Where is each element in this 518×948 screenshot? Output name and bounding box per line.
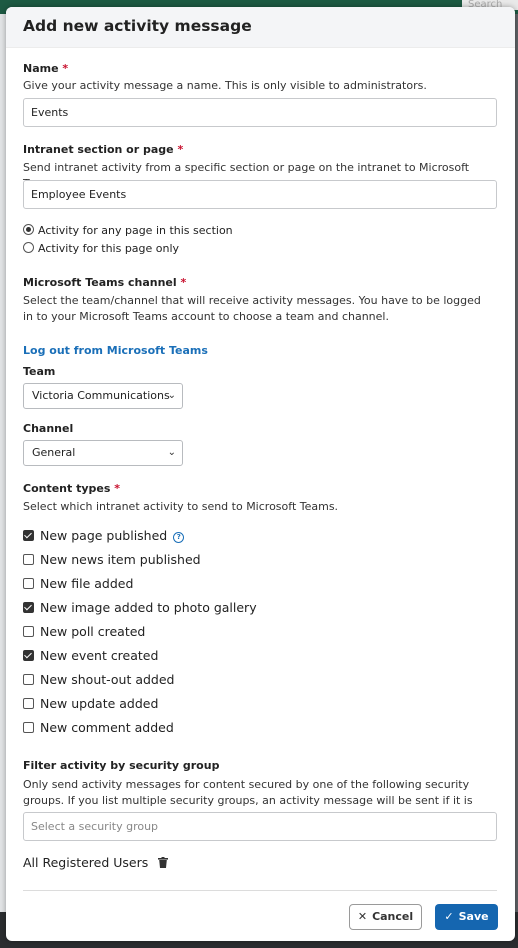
checkbox-icon[interactable]	[23, 698, 34, 709]
cancel-button-label: Cancel	[372, 910, 414, 923]
channel-label: Channel	[23, 422, 74, 435]
content-type-new-comment[interactable]: New comment added	[23, 720, 174, 736]
dialog-title: Add new activity message	[23, 17, 252, 35]
content-type-label: New page published	[40, 528, 168, 543]
radio-selected-icon[interactable]	[23, 224, 34, 235]
radio-any-page-label: Activity for any page in this section	[38, 224, 233, 237]
security-filter-label: Filter activity by security group	[23, 759, 220, 772]
team-select-value: Victoria Communications	[32, 389, 170, 402]
content-type-new-news[interactable]: New news item published	[23, 552, 201, 568]
content-type-new-image[interactable]: New image added to photo gallery	[23, 600, 257, 616]
content-type-label: New comment added	[40, 720, 174, 735]
trash-icon-svg	[158, 857, 169, 868]
save-button[interactable]: ✓ Save	[435, 904, 498, 930]
teams-channel-label-text: Microsoft Teams channel	[23, 276, 177, 289]
content-type-label: New poll created	[40, 624, 146, 639]
content-type-label: New file added	[40, 576, 134, 591]
content-type-label: New event created	[40, 648, 159, 663]
name-label-text: Name	[23, 62, 59, 75]
content-type-new-event[interactable]: New event created	[23, 648, 158, 664]
content-type-label: New image added to photo gallery	[40, 600, 257, 615]
radio-this-page[interactable]: Activity for this page only	[23, 242, 179, 256]
name-label: Name *	[23, 62, 68, 75]
checkbox-icon[interactable]	[23, 722, 34, 733]
chevron-down-icon: ⌄	[167, 390, 176, 401]
radio-this-page-label: Activity for this page only	[38, 242, 180, 255]
add-activity-message-dialog: Add new activity message Name * Give you…	[6, 7, 515, 941]
security-group-input[interactable]: Select a security group	[23, 812, 497, 841]
content-types-help: Select which intranet activity to send t…	[23, 500, 339, 513]
checkbox-checked-icon[interactable]	[23, 530, 34, 541]
radio-unselected-icon[interactable]	[23, 242, 34, 253]
trash-icon[interactable]	[158, 856, 169, 868]
content-types-label: Content types *	[23, 482, 120, 495]
dialog-header: Add new activity message	[6, 7, 515, 48]
content-type-new-poll[interactable]: New poll created	[23, 624, 145, 640]
content-types-label-text: Content types	[23, 482, 111, 495]
checkbox-icon[interactable]	[23, 626, 34, 637]
check-icon: ✓	[444, 910, 454, 923]
checkbox-icon[interactable]	[23, 674, 34, 685]
required-mark: *	[180, 276, 187, 289]
teams-channel-help: Select the team/channel that will receiv…	[23, 294, 481, 323]
content-type-new-update[interactable]: New update added	[23, 696, 158, 712]
section-label: Intranet section or page *	[23, 143, 183, 156]
footer-divider	[23, 890, 497, 891]
checkbox-checked-icon[interactable]	[23, 650, 34, 661]
team-select[interactable]: Victoria Communications ⌄	[23, 383, 183, 409]
content-type-label: New news item published	[40, 552, 201, 567]
team-label: Team	[23, 365, 56, 378]
section-label-text: Intranet section or page	[23, 143, 174, 156]
security-group-item: All Registered Users	[23, 855, 169, 870]
name-input[interactable]: Events	[23, 98, 497, 127]
checkbox-icon[interactable]	[23, 554, 34, 565]
content-type-label: New shout-out added	[40, 672, 175, 687]
channel-select-value: General	[32, 446, 76, 459]
radio-any-page[interactable]: Activity for any page in this section	[23, 224, 233, 238]
content-type-new-page[interactable]: New page published?	[23, 528, 185, 544]
required-mark: *	[114, 482, 121, 495]
section-input[interactable]: Employee Events	[23, 180, 497, 209]
content-type-new-file[interactable]: New file added	[23, 576, 133, 592]
question-circle-icon[interactable]: ?	[173, 532, 185, 543]
checkbox-icon[interactable]	[23, 578, 34, 589]
checkbox-checked-icon[interactable]	[23, 602, 34, 613]
security-group-name: All Registered Users	[23, 855, 149, 870]
content-type-new-shoutout[interactable]: New shout-out added	[23, 672, 175, 688]
teams-channel-label: Microsoft Teams channel *	[23, 276, 186, 289]
close-icon: ✕	[357, 910, 368, 923]
logout-teams-link[interactable]: Log out from Microsoft Teams	[23, 344, 208, 357]
required-mark: *	[62, 62, 69, 75]
save-button-label: Save	[458, 910, 489, 923]
name-help: Give your activity message a name. This …	[23, 79, 427, 92]
channel-select[interactable]: General ⌄	[23, 440, 183, 466]
content-type-label: New update added	[40, 696, 159, 711]
required-mark: *	[177, 143, 184, 156]
cancel-button[interactable]: ✕ Cancel	[349, 904, 422, 930]
chevron-down-icon: ⌄	[167, 447, 176, 458]
